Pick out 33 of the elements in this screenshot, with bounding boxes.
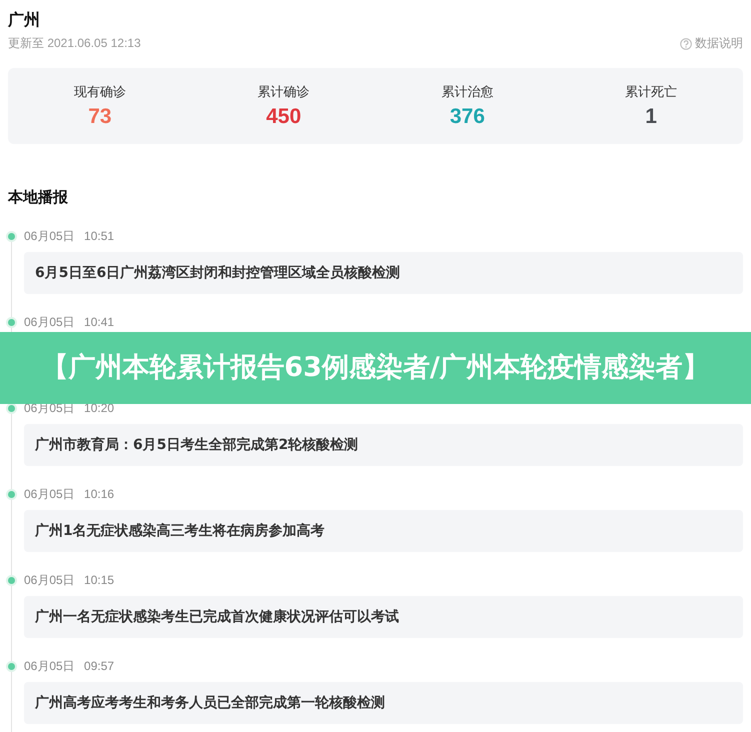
news-time: 06月05日 10:16 <box>24 486 116 503</box>
banner-text: 【广州本轮累计报告63例感染者/广州本轮疫情感染者】 <box>41 351 710 385</box>
stat-label: 累计治愈 <box>441 84 494 101</box>
news-title: 广州高考应考考生和考务人员已全部完成第一轮核酸检测 <box>35 694 385 712</box>
stat-label: 现有确诊 <box>74 84 126 101</box>
section-title: 本地播报 <box>8 188 69 207</box>
timeline-dot <box>8 577 15 584</box>
news-card[interactable]: 6月5日至6日广州荔湾区封闭和封控管理区域全员核酸检测 <box>24 252 743 294</box>
news-time: 06月05日 10:51 <box>24 228 116 245</box>
news-title: 6月5日至6日广州荔湾区封闭和封控管理区域全员核酸检测 <box>35 264 400 282</box>
stat-value: 376 <box>450 105 485 129</box>
news-time: 06月05日 10:41 <box>24 314 116 331</box>
help-icon <box>680 38 692 50</box>
stat-label: 累计确诊 <box>258 84 310 101</box>
news-card[interactable]: 广州市教育局：6月5日考生全部完成第2轮核酸检测 <box>24 424 743 466</box>
news-title: 广州1名无症状感染高三考生将在病房参加高考 <box>35 522 325 540</box>
news-time: 06月05日 10:15 <box>24 572 116 589</box>
news-card[interactable]: 广州一名无症状感染考生已完成首次健康状况评估可以考试 <box>24 596 743 638</box>
news-title: 广州市教育局：6月5日考生全部完成第2轮核酸检测 <box>35 436 358 454</box>
stat-label: 累计死亡 <box>625 84 678 101</box>
city-title: 广州 <box>8 9 41 30</box>
news-time: 06月05日 09:57 <box>24 658 116 675</box>
stat-value: 73 <box>88 105 112 129</box>
timeline-dot <box>8 233 15 240</box>
news-title: 广州一名无症状感染考生已完成首次健康状况评估可以考试 <box>35 608 399 626</box>
update-time: 更新至 2021.06.05 12:13 <box>8 35 141 52</box>
timeline-dot <box>8 491 15 498</box>
timeline-dot <box>8 319 15 326</box>
stat-value: 1 <box>645 105 657 129</box>
news-card[interactable]: 广州1名无症状感染高三考生将在病房参加高考 <box>24 510 743 552</box>
timeline-dot <box>8 663 15 670</box>
stat-value: 450 <box>266 105 302 129</box>
news-card[interactable]: 广州高考应考考生和考务人员已全部完成第一轮核酸检测 <box>24 682 743 724</box>
